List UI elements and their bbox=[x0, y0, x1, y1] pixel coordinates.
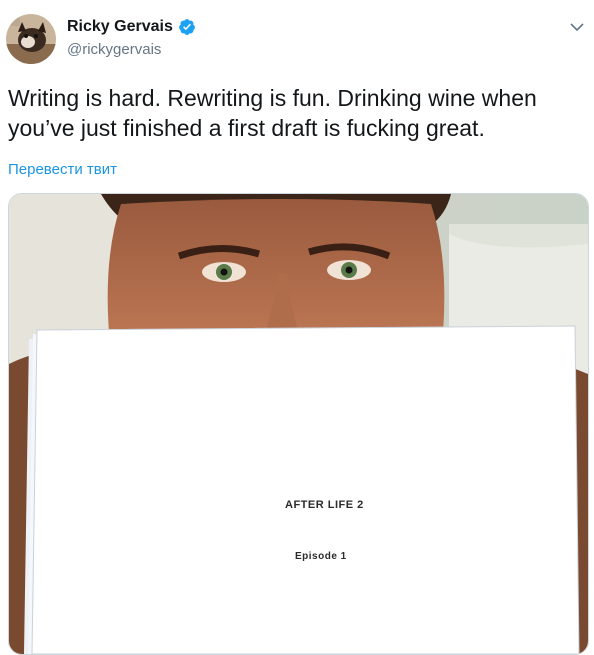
paper-subtitle: Episode 1 bbox=[295, 551, 347, 562]
verified-badge-icon bbox=[178, 18, 196, 36]
avatar-dog-photo-icon bbox=[6, 14, 56, 64]
author-avatar[interactable] bbox=[6, 14, 56, 64]
author-handle[interactable]: @rickygervais bbox=[67, 40, 161, 60]
translate-tweet-link[interactable]: Перевести твит bbox=[8, 161, 117, 178]
tweet-text-line-1: Writing is hard. Rewriting is fun. Drink… bbox=[8, 85, 537, 111]
author-name-row: Ricky Gervais bbox=[67, 17, 196, 37]
tweet-text-line-2: you’ve just finished a first draft is fu… bbox=[8, 115, 485, 141]
photo-illustration bbox=[9, 194, 588, 654]
tweet-photo[interactable]: AFTER LIFE 2 Episode 1 bbox=[8, 193, 589, 655]
tweet-text: Writing is hard. Rewriting is fun. Drink… bbox=[8, 83, 588, 143]
chevron-down-icon[interactable] bbox=[568, 18, 586, 36]
paper-title: AFTER LIFE 2 bbox=[285, 499, 364, 511]
author-display-name[interactable]: Ricky Gervais bbox=[67, 17, 173, 37]
